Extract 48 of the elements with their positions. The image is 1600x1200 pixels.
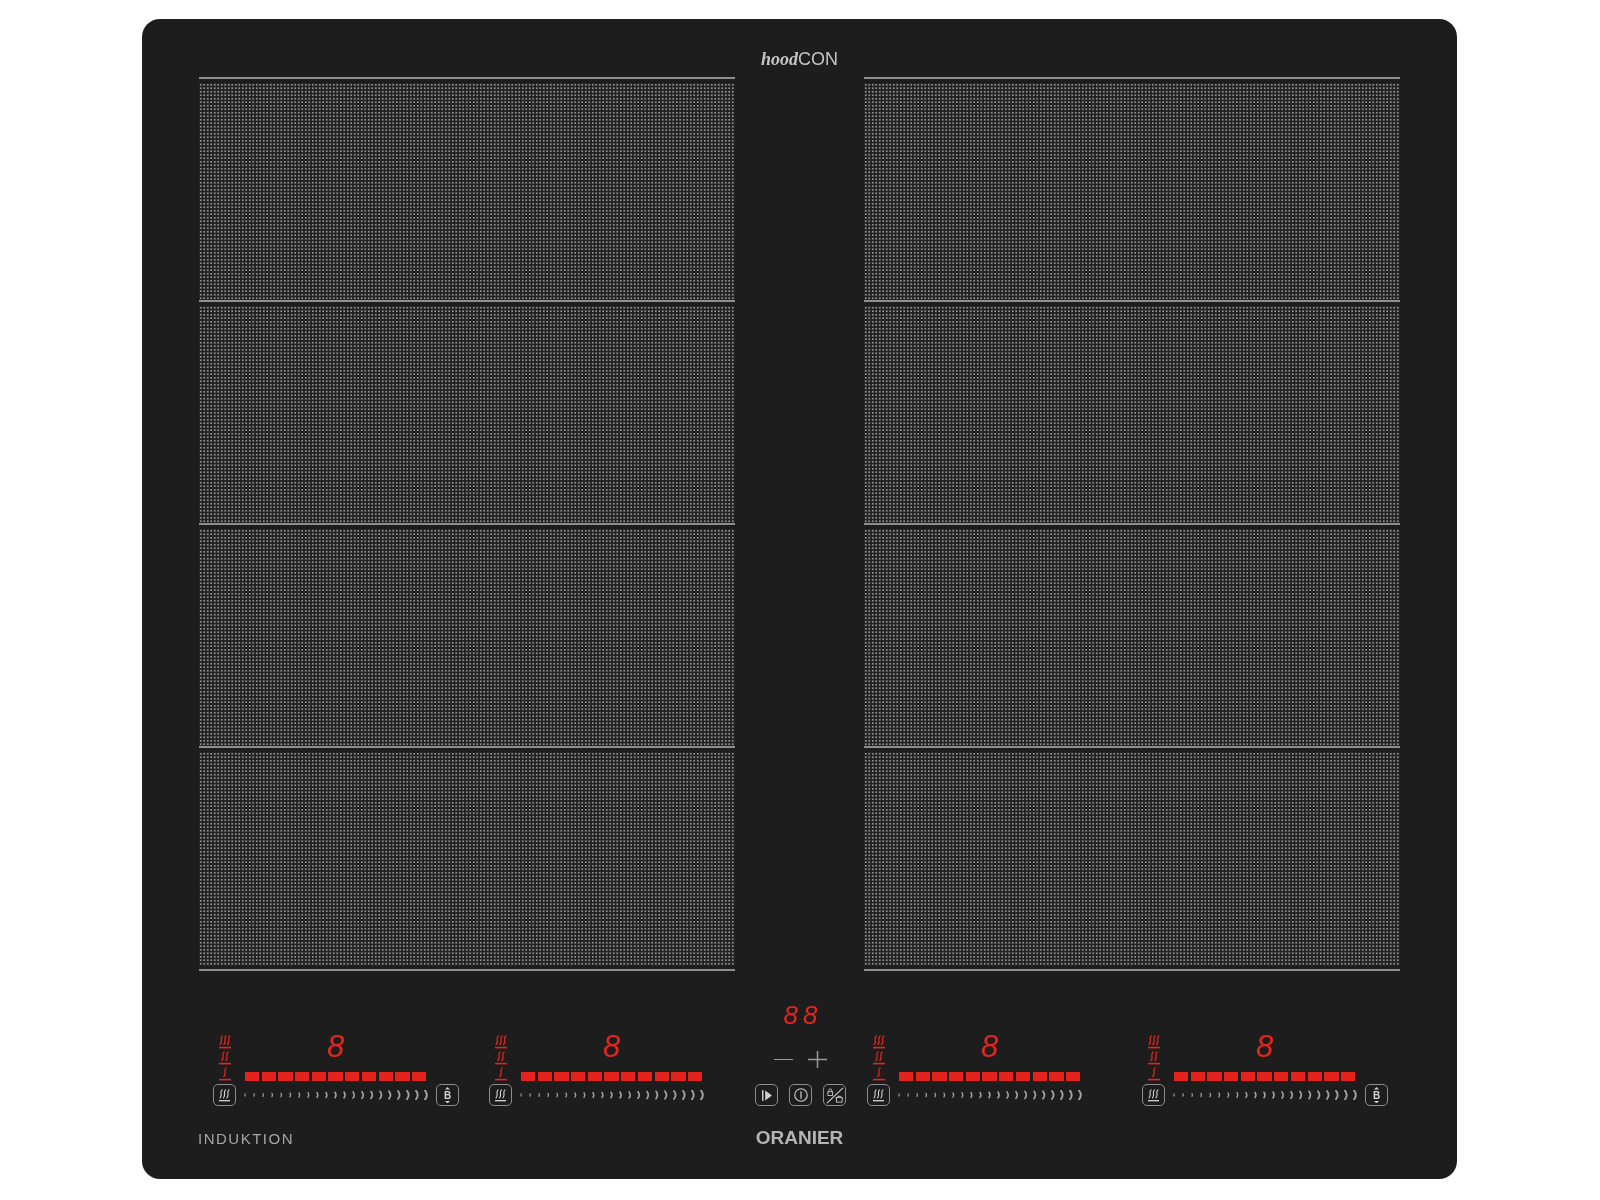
keep-warm-button[interactable] <box>213 1084 236 1106</box>
steam-icon <box>217 1051 232 1065</box>
steam-icon <box>494 1088 507 1102</box>
touch-strip[interactable] <box>897 1090 1082 1100</box>
power-level-display: 8 <box>980 1031 999 1063</box>
timer-display: 88 <box>782 1001 823 1029</box>
plus-icon <box>808 1051 827 1068</box>
steam-icon <box>493 1051 508 1065</box>
steam-icon <box>493 1035 508 1049</box>
bridge-button[interactable]: B <box>1365 1084 1388 1106</box>
steam-icon <box>1146 1051 1161 1065</box>
steam-icon <box>217 1067 232 1081</box>
lock-button[interactable] <box>823 1084 846 1106</box>
induction-label: INDUKTION <box>198 1129 294 1149</box>
plus-button[interactable] <box>808 1051 827 1068</box>
touch-strip[interactable] <box>519 1090 704 1100</box>
steam-icon <box>871 1067 886 1081</box>
brand-name: ORANIER <box>755 1128 844 1148</box>
caret-up-icon <box>1374 1087 1379 1090</box>
caret-down-icon <box>1374 1100 1379 1103</box>
power-button[interactable] <box>789 1084 812 1106</box>
caret-down-icon <box>445 1100 450 1103</box>
steam-icon <box>871 1051 886 1065</box>
steam-icon <box>1146 1067 1161 1081</box>
steam-icon <box>1146 1035 1161 1049</box>
play-icon <box>761 1089 772 1101</box>
minus-button[interactable] <box>774 1058 793 1061</box>
keep-warm-button[interactable] <box>489 1084 512 1106</box>
keep-warm-button[interactable] <box>1142 1084 1165 1106</box>
minus-icon <box>774 1058 793 1061</box>
steam-icon <box>1147 1088 1160 1102</box>
steam-icon <box>493 1067 508 1081</box>
logo-text: hoodCON <box>761 48 838 70</box>
steam-icon <box>872 1088 885 1102</box>
padlock-pot-icon <box>825 1086 844 1104</box>
power-level-display: 8 <box>326 1031 345 1063</box>
keep-warm-button[interactable] <box>867 1084 890 1106</box>
steam-icon <box>871 1035 886 1049</box>
bridge-button[interactable]: B <box>436 1084 459 1106</box>
steam-icon <box>218 1088 231 1102</box>
power-icon <box>793 1088 808 1102</box>
play-pause-button[interactable] <box>755 1084 778 1106</box>
touch-strip[interactable] <box>243 1090 428 1100</box>
touch-strip[interactable] <box>1172 1090 1357 1100</box>
caret-up-icon <box>445 1087 450 1090</box>
power-level-display: 8 <box>602 1031 621 1063</box>
power-level-display: 8 <box>1255 1031 1274 1063</box>
steam-icon <box>217 1035 232 1049</box>
